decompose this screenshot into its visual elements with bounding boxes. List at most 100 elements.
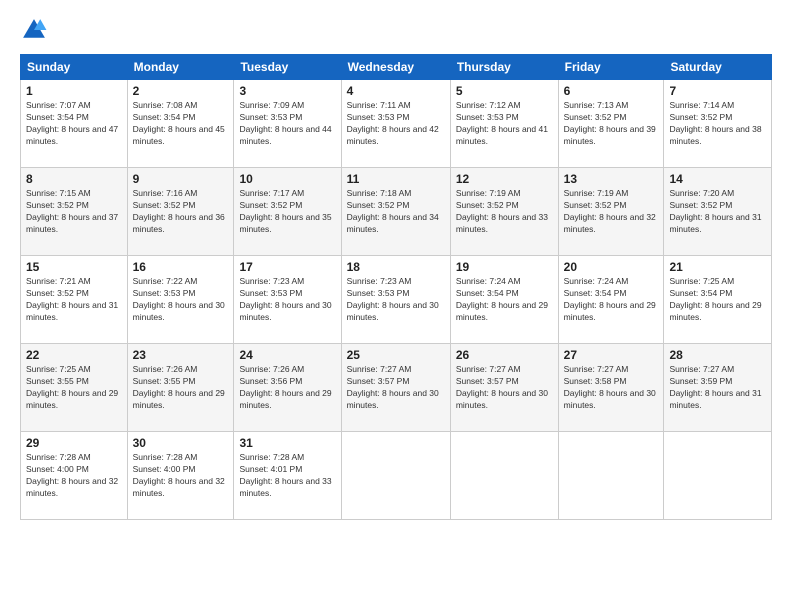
- calendar-day-cell: 18 Sunrise: 7:23 AMSunset: 3:53 PMDayligh…: [341, 256, 450, 344]
- calendar-day-cell: [450, 432, 558, 520]
- day-number: 9: [133, 172, 229, 186]
- day-info: Sunrise: 7:18 AMSunset: 3:52 PMDaylight:…: [347, 188, 445, 236]
- day-number: 30: [133, 436, 229, 450]
- day-info: Sunrise: 7:14 AMSunset: 3:52 PMDaylight:…: [669, 100, 766, 148]
- calendar-header-row: SundayMondayTuesdayWednesdayThursdayFrid…: [21, 55, 772, 80]
- calendar-week-row: 8 Sunrise: 7:15 AMSunset: 3:52 PMDaylight…: [21, 168, 772, 256]
- day-info: Sunrise: 7:27 AMSunset: 3:57 PMDaylight:…: [347, 364, 445, 412]
- day-info: Sunrise: 7:23 AMSunset: 3:53 PMDaylight:…: [239, 276, 335, 324]
- day-info: Sunrise: 7:25 AMSunset: 3:55 PMDaylight:…: [26, 364, 122, 412]
- calendar-header-monday: Monday: [127, 55, 234, 80]
- calendar-day-cell: 27 Sunrise: 7:27 AMSunset: 3:58 PMDayligh…: [558, 344, 664, 432]
- day-number: 22: [26, 348, 122, 362]
- page: SundayMondayTuesdayWednesdayThursdayFrid…: [0, 0, 792, 612]
- day-info: Sunrise: 7:16 AMSunset: 3:52 PMDaylight:…: [133, 188, 229, 236]
- day-number: 29: [26, 436, 122, 450]
- day-number: 28: [669, 348, 766, 362]
- day-number: 6: [564, 84, 659, 98]
- day-number: 26: [456, 348, 553, 362]
- day-number: 24: [239, 348, 335, 362]
- day-number: 25: [347, 348, 445, 362]
- day-number: 16: [133, 260, 229, 274]
- day-number: 18: [347, 260, 445, 274]
- calendar-header-friday: Friday: [558, 55, 664, 80]
- day-info: Sunrise: 7:12 AMSunset: 3:53 PMDaylight:…: [456, 100, 553, 148]
- day-number: 3: [239, 84, 335, 98]
- day-info: Sunrise: 7:27 AMSunset: 3:59 PMDaylight:…: [669, 364, 766, 412]
- day-info: Sunrise: 7:07 AMSunset: 3:54 PMDaylight:…: [26, 100, 122, 148]
- calendar-day-cell: 4 Sunrise: 7:11 AMSunset: 3:53 PMDaylight…: [341, 80, 450, 168]
- calendar-day-cell: 21Sunrise: 7:25 AMSunset: 3:54 PMDayligh…: [664, 256, 772, 344]
- calendar-day-cell: 5 Sunrise: 7:12 AMSunset: 3:53 PMDaylight…: [450, 80, 558, 168]
- calendar-header-thursday: Thursday: [450, 55, 558, 80]
- day-info: Sunrise: 7:27 AMSunset: 3:57 PMDaylight:…: [456, 364, 553, 412]
- day-number: 2: [133, 84, 229, 98]
- day-info: Sunrise: 7:17 AMSunset: 3:52 PMDaylight:…: [239, 188, 335, 236]
- calendar-day-cell: 10 Sunrise: 7:17 AMSunset: 3:52 PMDayligh…: [234, 168, 341, 256]
- calendar-day-cell: 16 Sunrise: 7:22 AMSunset: 3:53 PMDayligh…: [127, 256, 234, 344]
- calendar-day-cell: 1 Sunrise: 7:07 AMSunset: 3:54 PMDaylight…: [21, 80, 128, 168]
- calendar-week-row: 29 Sunrise: 7:28 AMSunset: 4:00 PMDayligh…: [21, 432, 772, 520]
- calendar-day-cell: 31 Sunrise: 7:28 AMSunset: 4:01 PMDayligh…: [234, 432, 341, 520]
- day-number: 15: [26, 260, 122, 274]
- calendar-day-cell: [664, 432, 772, 520]
- calendar-day-cell: 26 Sunrise: 7:27 AMSunset: 3:57 PMDayligh…: [450, 344, 558, 432]
- day-info: Sunrise: 7:26 AMSunset: 3:55 PMDaylight:…: [133, 364, 229, 412]
- calendar-day-cell: 9 Sunrise: 7:16 AMSunset: 3:52 PMDaylight…: [127, 168, 234, 256]
- calendar-day-cell: 3Sunrise: 7:09 AMSunset: 3:53 PMDaylight…: [234, 80, 341, 168]
- day-number: 4: [347, 84, 445, 98]
- day-number: 14: [669, 172, 766, 186]
- day-info: Sunrise: 7:21 AMSunset: 3:52 PMDaylight:…: [26, 276, 122, 324]
- day-number: 27: [564, 348, 659, 362]
- day-number: 12: [456, 172, 553, 186]
- day-number: 11: [347, 172, 445, 186]
- calendar-week-row: 15 Sunrise: 7:21 AMSunset: 3:52 PMDayligh…: [21, 256, 772, 344]
- day-number: 17: [239, 260, 335, 274]
- day-info: Sunrise: 7:23 AMSunset: 3:53 PMDaylight:…: [347, 276, 445, 324]
- day-number: 7: [669, 84, 766, 98]
- calendar-day-cell: 30 Sunrise: 7:28 AMSunset: 4:00 PMDayligh…: [127, 432, 234, 520]
- day-info: Sunrise: 7:15 AMSunset: 3:52 PMDaylight:…: [26, 188, 122, 236]
- day-number: 31: [239, 436, 335, 450]
- calendar-day-cell: 12 Sunrise: 7:19 AMSunset: 3:52 PMDayligh…: [450, 168, 558, 256]
- calendar-day-cell: 28 Sunrise: 7:27 AMSunset: 3:59 PMDayligh…: [664, 344, 772, 432]
- header: [20, 16, 772, 44]
- day-info: Sunrise: 7:28 AMSunset: 4:00 PMDaylight:…: [26, 452, 122, 500]
- day-number: 13: [564, 172, 659, 186]
- calendar-day-cell: [341, 432, 450, 520]
- day-number: 19: [456, 260, 553, 274]
- calendar-day-cell: 13 Sunrise: 7:19 AMSunset: 3:52 PMDayligh…: [558, 168, 664, 256]
- calendar-day-cell: 11 Sunrise: 7:18 AMSunset: 3:52 PMDayligh…: [341, 168, 450, 256]
- calendar-day-cell: 24Sunrise: 7:26 AMSunset: 3:56 PMDayligh…: [234, 344, 341, 432]
- calendar-day-cell: 23Sunrise: 7:26 AMSunset: 3:55 PMDayligh…: [127, 344, 234, 432]
- day-info: Sunrise: 7:22 AMSunset: 3:53 PMDaylight:…: [133, 276, 229, 324]
- calendar-header-tuesday: Tuesday: [234, 55, 341, 80]
- logo-icon: [20, 16, 48, 44]
- day-info: Sunrise: 7:27 AMSunset: 3:58 PMDaylight:…: [564, 364, 659, 412]
- day-info: Sunrise: 7:28 AMSunset: 4:00 PMDaylight:…: [133, 452, 229, 500]
- day-number: 20: [564, 260, 659, 274]
- calendar-day-cell: 6 Sunrise: 7:13 AMSunset: 3:52 PMDaylight…: [558, 80, 664, 168]
- day-number: 10: [239, 172, 335, 186]
- calendar-day-cell: 15 Sunrise: 7:21 AMSunset: 3:52 PMDayligh…: [21, 256, 128, 344]
- day-number: 8: [26, 172, 122, 186]
- day-info: Sunrise: 7:19 AMSunset: 3:52 PMDaylight:…: [456, 188, 553, 236]
- logo: [20, 16, 52, 44]
- calendar-day-cell: 2Sunrise: 7:08 AMSunset: 3:54 PMDaylight…: [127, 80, 234, 168]
- calendar-day-cell: 14Sunrise: 7:20 AMSunset: 3:52 PMDayligh…: [664, 168, 772, 256]
- day-number: 5: [456, 84, 553, 98]
- day-info: Sunrise: 7:13 AMSunset: 3:52 PMDaylight:…: [564, 100, 659, 148]
- day-info: Sunrise: 7:24 AMSunset: 3:54 PMDaylight:…: [564, 276, 659, 324]
- calendar-week-row: 1 Sunrise: 7:07 AMSunset: 3:54 PMDaylight…: [21, 80, 772, 168]
- calendar-day-cell: 22 Sunrise: 7:25 AMSunset: 3:55 PMDayligh…: [21, 344, 128, 432]
- day-info: Sunrise: 7:28 AMSunset: 4:01 PMDaylight:…: [239, 452, 335, 500]
- calendar-header-sunday: Sunday: [21, 55, 128, 80]
- day-info: Sunrise: 7:11 AMSunset: 3:53 PMDaylight:…: [347, 100, 445, 148]
- day-number: 1: [26, 84, 122, 98]
- calendar-day-cell: [558, 432, 664, 520]
- calendar-day-cell: 29 Sunrise: 7:28 AMSunset: 4:00 PMDayligh…: [21, 432, 128, 520]
- day-info: Sunrise: 7:24 AMSunset: 3:54 PMDaylight:…: [456, 276, 553, 324]
- day-info: Sunrise: 7:19 AMSunset: 3:52 PMDaylight:…: [564, 188, 659, 236]
- calendar-day-cell: 7 Sunrise: 7:14 AMSunset: 3:52 PMDaylight…: [664, 80, 772, 168]
- calendar-week-row: 22 Sunrise: 7:25 AMSunset: 3:55 PMDayligh…: [21, 344, 772, 432]
